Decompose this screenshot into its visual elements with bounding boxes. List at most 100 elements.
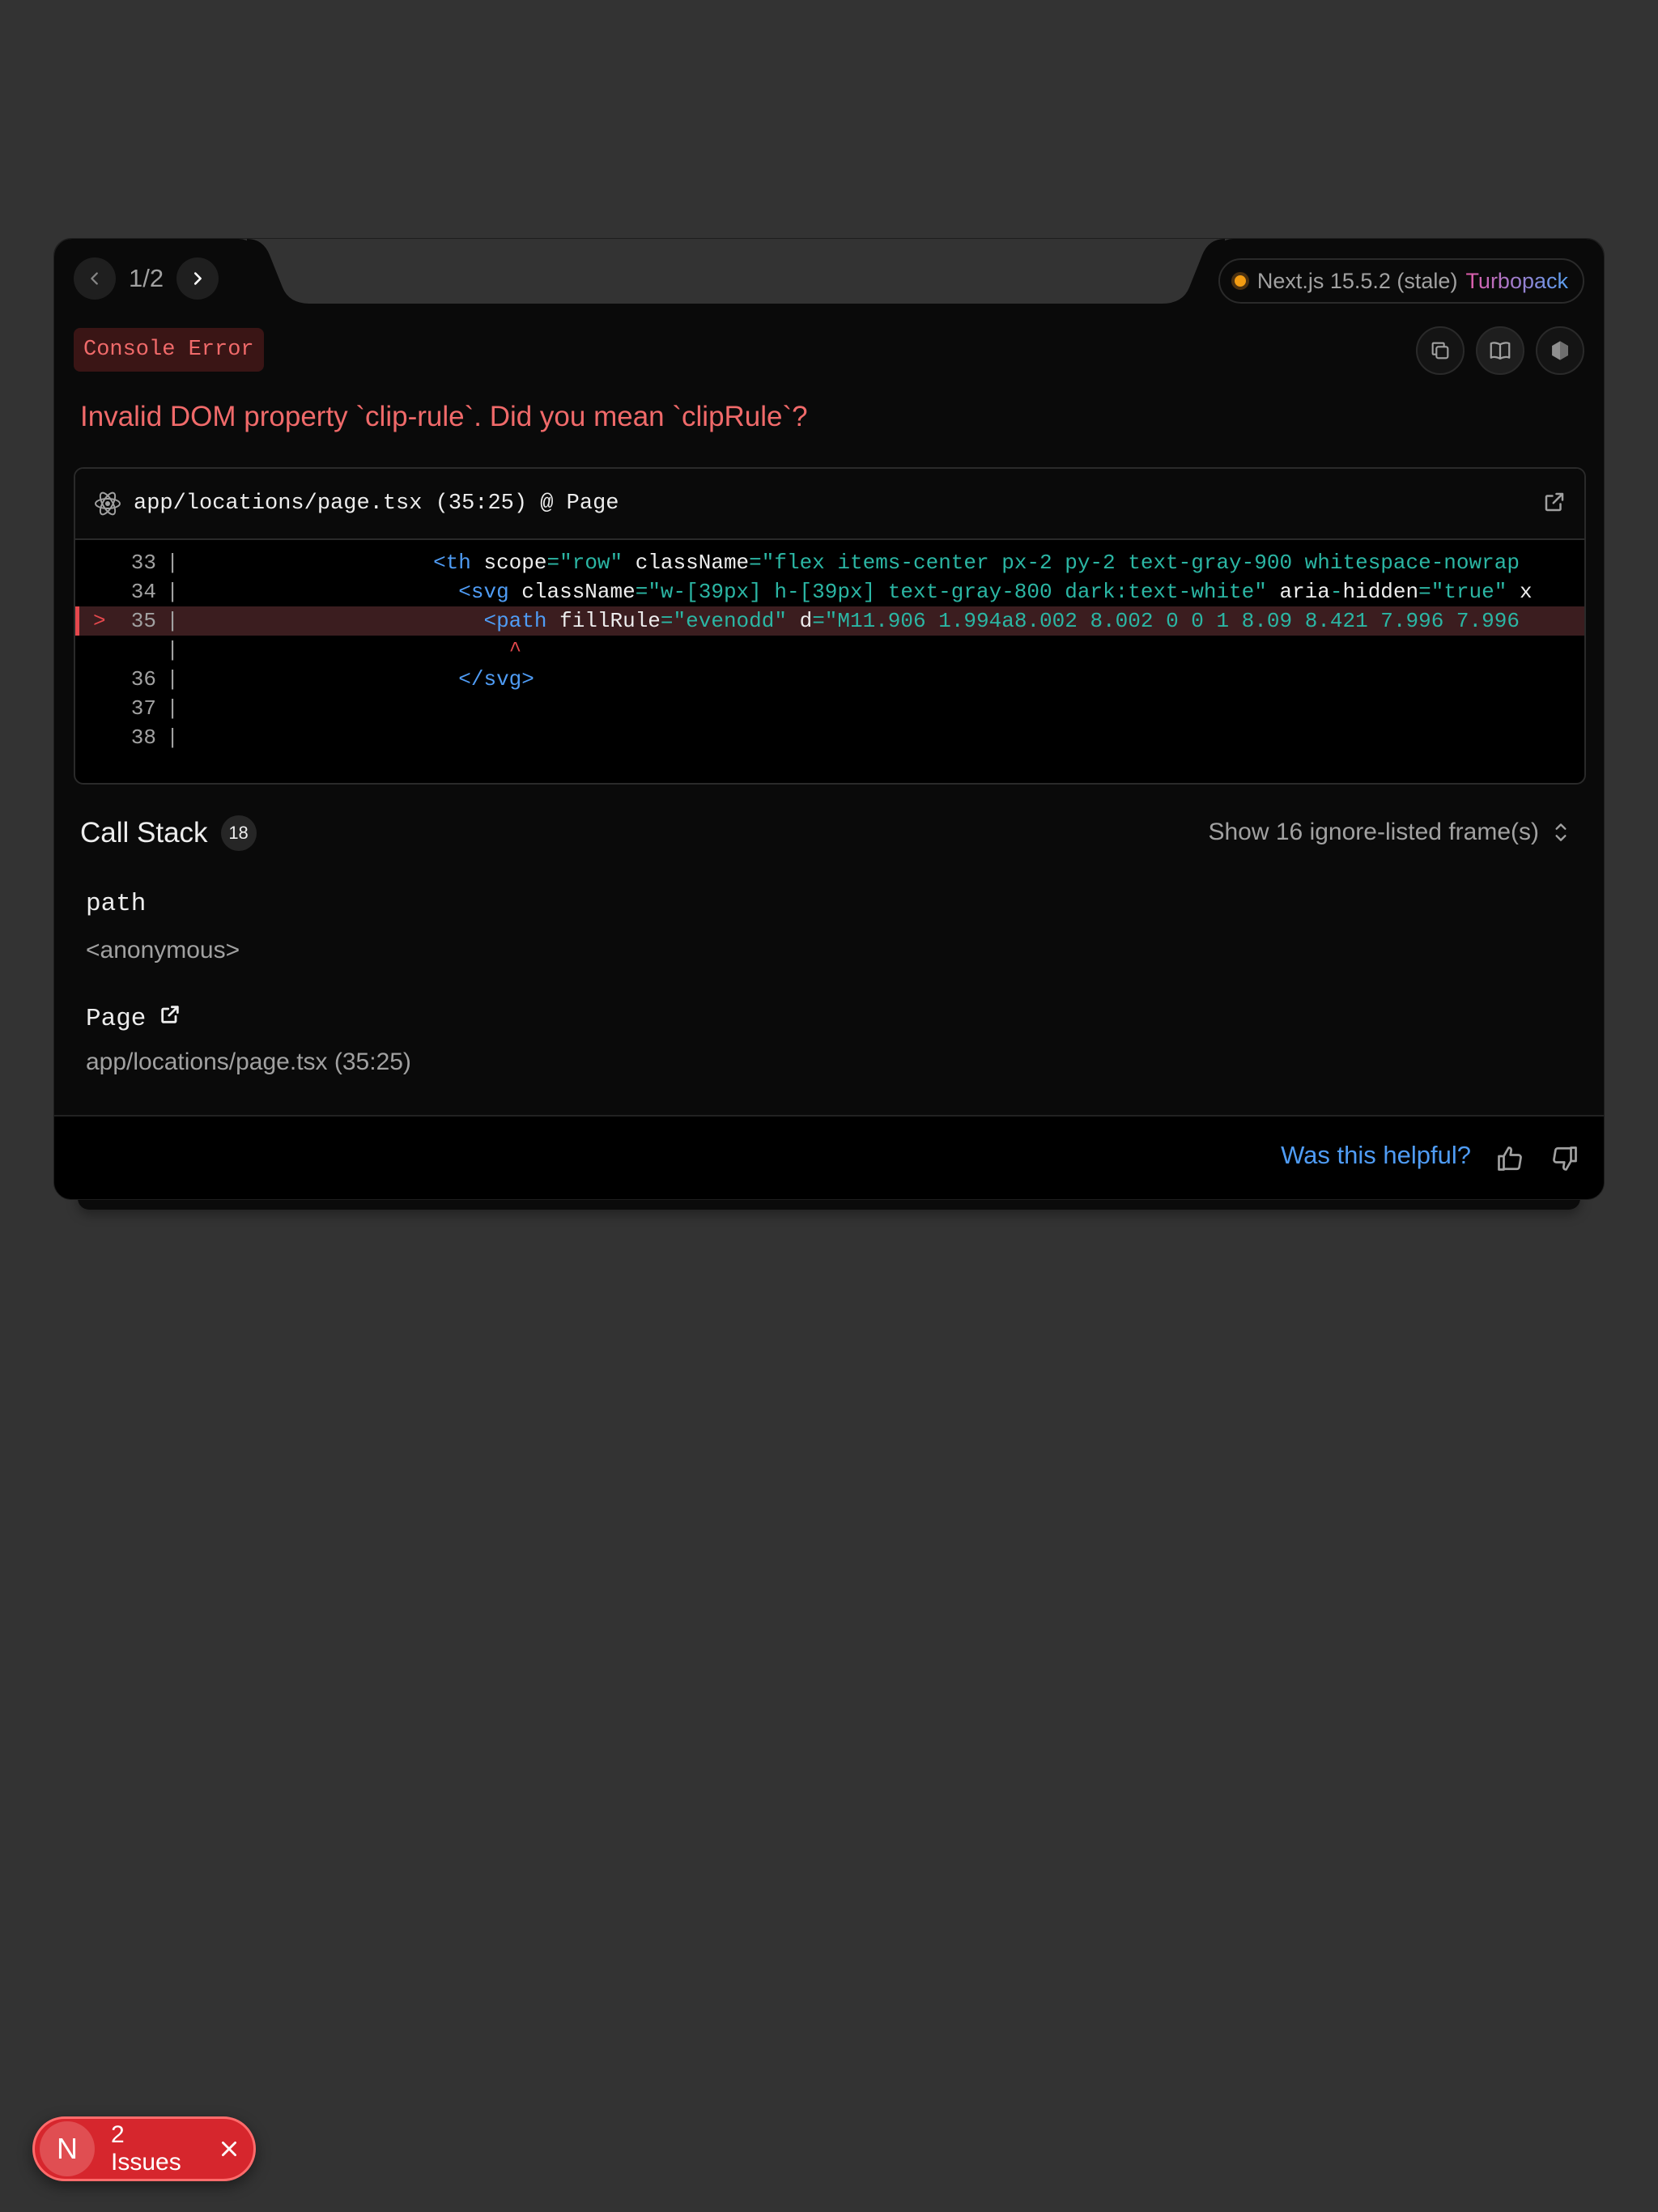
gutter-separator: | — [166, 551, 179, 575]
book-open-icon — [1490, 342, 1511, 360]
line-number: 36 — [130, 667, 156, 691]
code-frame-file: app/locations/page.tsx (35:25) @ Page — [134, 491, 619, 516]
thumbs-up-icon — [1498, 1146, 1522, 1171]
line-number: 37 — [130, 696, 156, 721]
code-token: = — [660, 609, 674, 633]
open-frame-button[interactable] — [159, 1003, 181, 1034]
code-token: x — [1507, 580, 1533, 604]
issues-badge[interactable]: N 2 Issues — [32, 2116, 256, 2181]
code-line: 34 | <svg className="w-[39px] h-[39px] te… — [75, 577, 1584, 606]
stale-indicator-icon — [1231, 272, 1249, 290]
react-icon — [95, 491, 121, 516]
error-message: Invalid DOM property `clip-rule`. Did yo… — [80, 401, 808, 432]
code-token: = — [546, 551, 560, 575]
code-token: <svg — [458, 580, 509, 604]
code-token: "flex items-center px-2 py-2 text-gray-9… — [761, 551, 1520, 575]
code-token: <th — [433, 551, 471, 575]
code-token: "true" — [1431, 580, 1507, 604]
call-stack-header: Call Stack 18 — [80, 815, 257, 851]
gutter-separator: | — [166, 725, 179, 750]
code-frame-header: app/locations/page.tsx (35:25) @ Page — [75, 469, 1584, 540]
close-icon — [222, 2142, 236, 2156]
code-token: <path — [483, 609, 547, 633]
code-token: = — [635, 580, 648, 604]
code-line: 38 | — [75, 723, 1584, 752]
code-line: >35 | <path fillRule="evenodd" d="M11.906… — [75, 606, 1584, 636]
gutter-separator: | — [166, 580, 179, 604]
dialog-footer: Was this helpful? — [54, 1115, 1604, 1199]
open-in-editor-button[interactable] — [1542, 490, 1567, 518]
chevron-right-icon — [194, 272, 202, 285]
code-frame: app/locations/page.tsx (35:25) @ Page 33… — [74, 467, 1586, 785]
code-frame-body: 33 | <th scope="row" className="flex item… — [75, 540, 1584, 752]
code-token: fillRule — [546, 609, 661, 633]
page-counter: 1/2 — [129, 264, 164, 292]
stack-frame-location: app/locations/page.tsx (35:25) — [86, 1049, 411, 1075]
code-token: = — [812, 609, 825, 633]
error-type-badge: Console Error — [74, 328, 264, 372]
code-token: aria — [1266, 580, 1330, 604]
code-token: scope — [470, 551, 547, 575]
line-number: 34 — [130, 580, 156, 604]
error-actions — [1416, 326, 1584, 375]
gutter-separator: | — [166, 609, 179, 633]
code-token: className — [623, 551, 750, 575]
chevron-left-icon — [91, 272, 98, 285]
call-stack-count: 18 — [220, 815, 257, 851]
code-token: "evenodd" — [673, 609, 787, 633]
stack-frame-name: path — [86, 890, 147, 918]
line-number: 33 — [130, 551, 156, 575]
code-token: </svg> — [458, 667, 534, 691]
hexagon-icon — [1552, 341, 1568, 360]
version-text: Next.js 15.5.2 (stale) — [1256, 268, 1458, 293]
dismiss-issues-button[interactable] — [213, 2133, 245, 2165]
code-token: = — [1418, 580, 1431, 604]
error-pagination: 1/2 — [74, 257, 219, 300]
code-token: = — [749, 551, 762, 575]
chevron-up-down-icon — [1555, 823, 1567, 841]
docs-button[interactable] — [1476, 326, 1524, 375]
error-dialog: 1/2 Next.js 15.5.2 (stale) Turbopack Con… — [53, 238, 1605, 1200]
code-token: "w-[39px] h-[39px] text-gray-800 dark:te… — [648, 580, 1267, 604]
line-number: 38 — [130, 725, 156, 750]
stack-frame-name: Page — [86, 1003, 181, 1034]
thumbs-down-icon — [1553, 1146, 1577, 1171]
external-link-icon — [1545, 492, 1564, 511]
bundler-label: Turbopack — [1465, 268, 1568, 293]
gutter-separator: | — [166, 667, 179, 691]
code-line: 36 | </svg> — [75, 665, 1584, 694]
call-stack-title: Call Stack — [80, 817, 208, 849]
issues-count-label: 2 Issues — [111, 2121, 181, 2176]
error-line-marker: > — [93, 609, 106, 633]
code-token: "row" — [559, 551, 623, 575]
code-token: "M11.906 1.994a8.002 8.002 0 0 1 8.09 8.… — [824, 609, 1520, 633]
code-line: | ^ — [75, 636, 1584, 665]
line-number: 35 — [130, 609, 156, 633]
code-token: hidden — [1342, 580, 1419, 604]
ignore-listed-toggle[interactable]: Show 16 ignore-listed frame(s) — [1208, 819, 1571, 846]
previous-error-button[interactable] — [74, 257, 116, 300]
code-line: 37 | — [75, 694, 1584, 723]
code-token: ^ — [508, 638, 522, 662]
external-link-icon — [161, 1006, 180, 1023]
code-token: d — [786, 609, 813, 633]
thumbs-up-button[interactable] — [1489, 1138, 1531, 1180]
code-token: - — [1329, 580, 1343, 604]
gutter-separator: | — [166, 638, 179, 662]
gutter-separator: | — [166, 696, 179, 721]
code-line: 33 | <th scope="row" className="flex item… — [75, 548, 1584, 577]
nextjs-version-badge[interactable]: Next.js 15.5.2 (stale) Turbopack — [1218, 258, 1584, 304]
ignore-listed-label: Show 16 ignore-listed frame(s) — [1208, 819, 1539, 845]
nodejs-inspector-button[interactable] — [1536, 326, 1584, 375]
feedback-prompt: Was this helpful? — [1281, 1141, 1471, 1169]
copy-error-button[interactable] — [1416, 326, 1465, 375]
nextjs-logo-icon: N — [40, 2121, 95, 2176]
code-token: className — [508, 580, 636, 604]
thumbs-down-button[interactable] — [1544, 1138, 1586, 1180]
next-error-button[interactable] — [176, 257, 219, 300]
